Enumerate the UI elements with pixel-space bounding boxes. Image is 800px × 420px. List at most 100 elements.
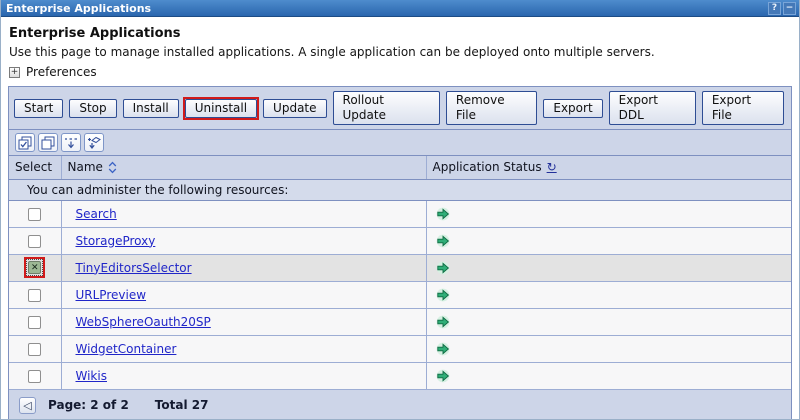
table-info-row: You can administer the following resourc… bbox=[9, 179, 791, 200]
preferences-label: Preferences bbox=[26, 65, 97, 79]
previous-page-button[interactable]: ◁ bbox=[19, 397, 36, 414]
name-cell: WidgetContainer bbox=[61, 335, 426, 362]
button-label[interactable]: Export DDL bbox=[609, 91, 696, 125]
column-header-application-status: Application Status ↻ bbox=[426, 156, 791, 179]
application-started-icon bbox=[436, 315, 450, 329]
table-row: Wikis bbox=[9, 362, 791, 389]
status-cell bbox=[426, 308, 791, 335]
row-checkbox[interactable] bbox=[28, 289, 41, 302]
table-row: TinyEditorsSelector bbox=[9, 254, 791, 281]
remove-file-button[interactable]: Remove File bbox=[444, 89, 539, 127]
button-label[interactable]: Export bbox=[543, 99, 602, 118]
page-description: Use this page to manage installed applic… bbox=[9, 45, 799, 59]
select-cell bbox=[9, 281, 61, 308]
application-started-icon bbox=[436, 207, 450, 221]
application-link[interactable]: URLPreview bbox=[76, 288, 147, 302]
install-button[interactable]: Install bbox=[121, 97, 181, 120]
select-cell bbox=[9, 362, 61, 389]
application-started-icon bbox=[436, 369, 450, 383]
button-label[interactable]: Update bbox=[263, 99, 326, 118]
sort-both-icon[interactable] bbox=[108, 161, 117, 174]
rollout-update-button[interactable]: Rollout Update bbox=[331, 89, 442, 127]
window-titlebar: Enterprise Applications ? − bbox=[1, 0, 799, 17]
application-link[interactable]: TinyEditorsSelector bbox=[76, 261, 192, 275]
row-checkbox[interactable] bbox=[28, 316, 41, 329]
select-cell bbox=[9, 254, 61, 281]
deselect-all-icon[interactable] bbox=[38, 133, 58, 152]
row-checkbox[interactable] bbox=[28, 235, 41, 248]
column-header-name: Name bbox=[61, 156, 426, 179]
column-header-select: Select bbox=[9, 156, 61, 179]
application-started-icon bbox=[436, 261, 450, 275]
status-cell bbox=[426, 335, 791, 362]
select-cell bbox=[9, 335, 61, 362]
help-button[interactable]: ? bbox=[768, 2, 781, 15]
status-cell bbox=[426, 227, 791, 254]
application-started-icon bbox=[436, 234, 450, 248]
button-label[interactable]: Rollout Update bbox=[333, 91, 440, 125]
table-row: Search bbox=[9, 200, 791, 227]
expand-plus-icon[interactable]: + bbox=[9, 67, 20, 78]
select-cell bbox=[9, 308, 61, 335]
info-row-text: You can administer the following resourc… bbox=[9, 179, 791, 200]
button-label[interactable]: Export File bbox=[702, 91, 784, 125]
minimize-button[interactable]: − bbox=[783, 2, 796, 15]
red-highlight-box bbox=[24, 257, 45, 278]
status-cell bbox=[426, 281, 791, 308]
start-button[interactable]: Start bbox=[12, 97, 65, 120]
application-link[interactable]: StorageProxy bbox=[76, 234, 156, 248]
application-link[interactable]: Search bbox=[76, 207, 117, 221]
application-link[interactable]: WidgetContainer bbox=[76, 342, 177, 356]
name-cell: Search bbox=[61, 200, 426, 227]
window-title: Enterprise Applications bbox=[6, 2, 151, 15]
button-label[interactable]: Install bbox=[123, 99, 179, 118]
table-row: URLPreview bbox=[9, 281, 791, 308]
application-started-icon bbox=[436, 342, 450, 356]
table-row: WidgetContainer bbox=[9, 335, 791, 362]
table-row: WebSphereOauth20SP bbox=[9, 308, 791, 335]
pagination-footer: ◁ Page: 2 of 2 Total 27 bbox=[9, 390, 791, 420]
name-cell: StorageProxy bbox=[61, 227, 426, 254]
table-row: StorageProxy bbox=[9, 227, 791, 254]
total-count: Total 27 bbox=[155, 398, 209, 412]
name-cell: WebSphereOauth20SP bbox=[61, 308, 426, 335]
button-label[interactable]: Stop bbox=[69, 99, 116, 118]
name-cell: URLPreview bbox=[61, 281, 426, 308]
refresh-status-icon[interactable]: ↻ bbox=[547, 160, 557, 174]
application-link[interactable]: Wikis bbox=[76, 369, 107, 383]
action-toolbar: Start Stop Install Uninstall Update Rollout U… bbox=[9, 87, 791, 130]
button-label[interactable]: Remove File bbox=[446, 91, 537, 125]
applications-panel: Start Stop Install Uninstall Update Rollout U… bbox=[8, 86, 792, 420]
row-checkbox[interactable] bbox=[28, 261, 41, 274]
row-checkbox[interactable] bbox=[28, 343, 41, 356]
selection-toolbar bbox=[9, 130, 791, 156]
export-ddl-button[interactable]: Export DDL bbox=[607, 89, 698, 127]
select-cell bbox=[9, 227, 61, 254]
uninstall-button[interactable]: Uninstall bbox=[183, 97, 259, 120]
preferences-toggle[interactable]: + Preferences bbox=[9, 65, 799, 79]
update-button[interactable]: Update bbox=[261, 97, 328, 120]
status-cell bbox=[426, 200, 791, 227]
button-label[interactable]: Uninstall bbox=[185, 99, 257, 118]
select-cell bbox=[9, 200, 61, 227]
name-cell: TinyEditorsSelector bbox=[61, 254, 426, 281]
row-checkbox[interactable] bbox=[28, 208, 41, 221]
name-cell: Wikis bbox=[61, 362, 426, 389]
show-filter-icon[interactable] bbox=[61, 133, 81, 152]
checkbox-focus-outline bbox=[26, 259, 43, 276]
row-checkbox[interactable] bbox=[28, 370, 41, 383]
enterprise-applications-window: Enterprise Applications ? − Enterprise A… bbox=[0, 0, 800, 420]
status-cell bbox=[426, 362, 791, 389]
hide-filter-icon[interactable] bbox=[84, 133, 104, 152]
select-all-icon[interactable] bbox=[15, 133, 35, 152]
stop-button[interactable]: Stop bbox=[67, 97, 118, 120]
application-link[interactable]: WebSphereOauth20SP bbox=[76, 315, 211, 329]
application-started-icon bbox=[436, 288, 450, 302]
page-title: Enterprise Applications bbox=[9, 26, 799, 41]
export-button[interactable]: Export bbox=[541, 97, 604, 120]
button-label[interactable]: Start bbox=[14, 99, 63, 118]
export-file-button[interactable]: Export File bbox=[700, 89, 786, 127]
page-indicator: Page: 2 of 2 bbox=[48, 398, 129, 412]
applications-table: Select Name bbox=[9, 156, 791, 390]
status-cell bbox=[426, 254, 791, 281]
